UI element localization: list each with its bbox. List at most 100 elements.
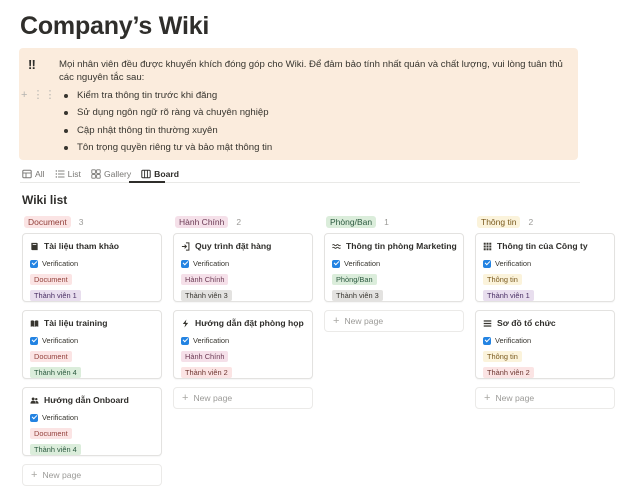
member-tag: Thành viên 1: [483, 290, 534, 301]
list-item: Cập nhật thông tin thường xuyên: [59, 124, 272, 141]
group-count: 2: [236, 217, 241, 227]
group-tag: Thông tin: [477, 216, 520, 228]
checkbox-label: Verification: [42, 336, 78, 345]
list-item: Tôn trọng quyền riêng tư và bảo mật thôn…: [59, 141, 272, 158]
new-page-button[interactable]: + New page: [324, 310, 464, 332]
tab-gallery[interactable]: Gallery: [91, 166, 131, 182]
new-page-label: New page: [193, 393, 232, 403]
callout: ‼ Mọi nhân viên đều được khuyến khích đó…: [19, 48, 578, 160]
card-title: Thông tin của Công ty: [497, 241, 588, 251]
card-title: Sơ đồ tổ chức: [497, 318, 556, 328]
group-tag: Document: [24, 216, 71, 228]
new-page-label: New page: [42, 470, 81, 480]
callout-list: Kiểm tra thông tin trước khi đăng Sử dụn…: [59, 89, 272, 158]
member-tag: Thành viên 4: [30, 444, 81, 455]
checkbox-label: Verification: [193, 336, 229, 345]
gallery-icon: [91, 169, 101, 179]
card-title: Quy trình đặt hàng: [195, 241, 271, 251]
new-page-button[interactable]: + New page: [475, 387, 615, 409]
checkbox[interactable]: [181, 260, 189, 268]
checkbox-label: Verification: [42, 413, 78, 422]
tab-label: Gallery: [104, 169, 131, 179]
tab-all[interactable]: All: [22, 166, 45, 182]
group-count: 3: [79, 217, 84, 227]
section-title: Wiki list: [22, 193, 67, 207]
member-tag: Thành viên 3: [332, 290, 383, 301]
category-tag: Hành Chính: [181, 351, 228, 362]
category-tag: Document: [30, 274, 72, 285]
plus-icon: +: [333, 317, 339, 325]
drag-handle-icon[interactable]: + ⋮⋮: [21, 88, 56, 101]
list-item: Sử dụng ngôn ngữ rõ ràng và chuyên nghiệ…: [59, 106, 272, 123]
grid-icon: [483, 242, 492, 251]
tab-list[interactable]: List: [55, 166, 81, 182]
member-tag: Thành viên 1: [30, 290, 81, 301]
category-tag: Hành Chính: [181, 274, 228, 285]
member-tag: Thành viên 4: [30, 367, 81, 378]
checkbox-label: Verification: [193, 259, 229, 268]
board-card[interactable]: Tài liệu tham khảo Verification Document…: [22, 233, 162, 302]
member-tag: Thành viên 2: [483, 367, 534, 378]
checkbox[interactable]: [30, 260, 38, 268]
view-tabs: All List Gallery Board: [22, 166, 179, 182]
card-title: Hướng dẫn Onboard: [44, 395, 129, 405]
group-count: 2: [528, 217, 533, 227]
column-header[interactable]: Thông tin 2: [477, 215, 615, 229]
tab-board[interactable]: Board: [141, 166, 179, 182]
plus-icon: +: [31, 471, 37, 479]
tabs-divider: [20, 182, 580, 183]
new-page-button[interactable]: + New page: [22, 464, 162, 486]
callout-text: Mọi nhân viên đều được khuyến khích đóng…: [59, 58, 569, 84]
checkbox-label: Verification: [42, 259, 78, 268]
checkbox[interactable]: [483, 260, 491, 268]
category-tag: Document: [30, 351, 72, 362]
tab-label: List: [68, 169, 81, 179]
board-card[interactable]: Thông tin của Công ty Verification Thông…: [475, 233, 615, 302]
board-card[interactable]: Thông tin phòng Marketing Verification P…: [324, 233, 464, 302]
bolt-icon: [181, 319, 190, 328]
checkbox[interactable]: [332, 260, 340, 268]
column-header[interactable]: Hành Chính 2: [175, 215, 313, 229]
plus-icon: +: [182, 394, 188, 402]
board-icon: [141, 169, 151, 179]
column-header[interactable]: Document 3: [24, 215, 162, 229]
group-tag: Hành Chính: [175, 216, 228, 228]
new-page-label: New page: [495, 393, 534, 403]
checkbox[interactable]: [30, 414, 38, 422]
page-title: Company’s Wiki: [20, 12, 209, 41]
table-icon: [22, 169, 32, 179]
board-column-document: Document 3 Tài liệu tham khảo Verificati…: [22, 215, 162, 229]
new-page-button[interactable]: + New page: [173, 387, 313, 409]
card-title: Hướng dẫn đặt phòng họp: [195, 318, 304, 328]
member-tag: Thành viên 2: [181, 367, 232, 378]
new-page-label: New page: [344, 316, 383, 326]
board-card[interactable]: Sơ đồ tổ chức Verification Thông tin Thà…: [475, 310, 615, 379]
checkbox-label: Verification: [344, 259, 380, 268]
active-tab-indicator: [129, 181, 165, 183]
people-icon: [30, 396, 39, 405]
group-count: 1: [384, 217, 389, 227]
board-column-hanh-chinh: Hành Chính 2 Quy trình đặt hàng Verifica…: [173, 215, 313, 229]
board-card[interactable]: Hướng dẫn đặt phòng họp Verification Hàn…: [173, 310, 313, 379]
category-tag: Thông tin: [483, 351, 522, 362]
category-tag: Document: [30, 428, 72, 439]
waves-icon: [332, 242, 341, 251]
tab-label: Board: [154, 169, 179, 179]
checkbox[interactable]: [483, 337, 491, 345]
board-column-phong-ban: Phòng/Ban 1 Thông tin phòng Marketing Ve…: [324, 215, 464, 229]
checkbox[interactable]: [181, 337, 189, 345]
board-column-thong-tin: Thông tin 2 Thông tin của Công ty Verifi…: [475, 215, 615, 229]
board-card[interactable]: Tài liệu training Verification Document …: [22, 310, 162, 379]
category-tag: Phòng/Ban: [332, 274, 377, 285]
open-book-icon: [30, 319, 39, 328]
group-tag: Phòng/Ban: [326, 216, 376, 228]
list-item: Kiểm tra thông tin trước khi đăng: [59, 89, 272, 106]
board-card[interactable]: Hướng dẫn Onboard Verification Document …: [22, 387, 162, 456]
checkbox[interactable]: [30, 337, 38, 345]
book-icon: [30, 242, 39, 251]
member-tag: Thành viên 3: [181, 290, 232, 301]
menu-icon: [483, 319, 492, 328]
double-exclamation-icon: ‼: [28, 57, 35, 72]
column-header[interactable]: Phòng/Ban 1: [326, 215, 464, 229]
board-card[interactable]: Quy trình đặt hàng Verification Hành Chí…: [173, 233, 313, 302]
